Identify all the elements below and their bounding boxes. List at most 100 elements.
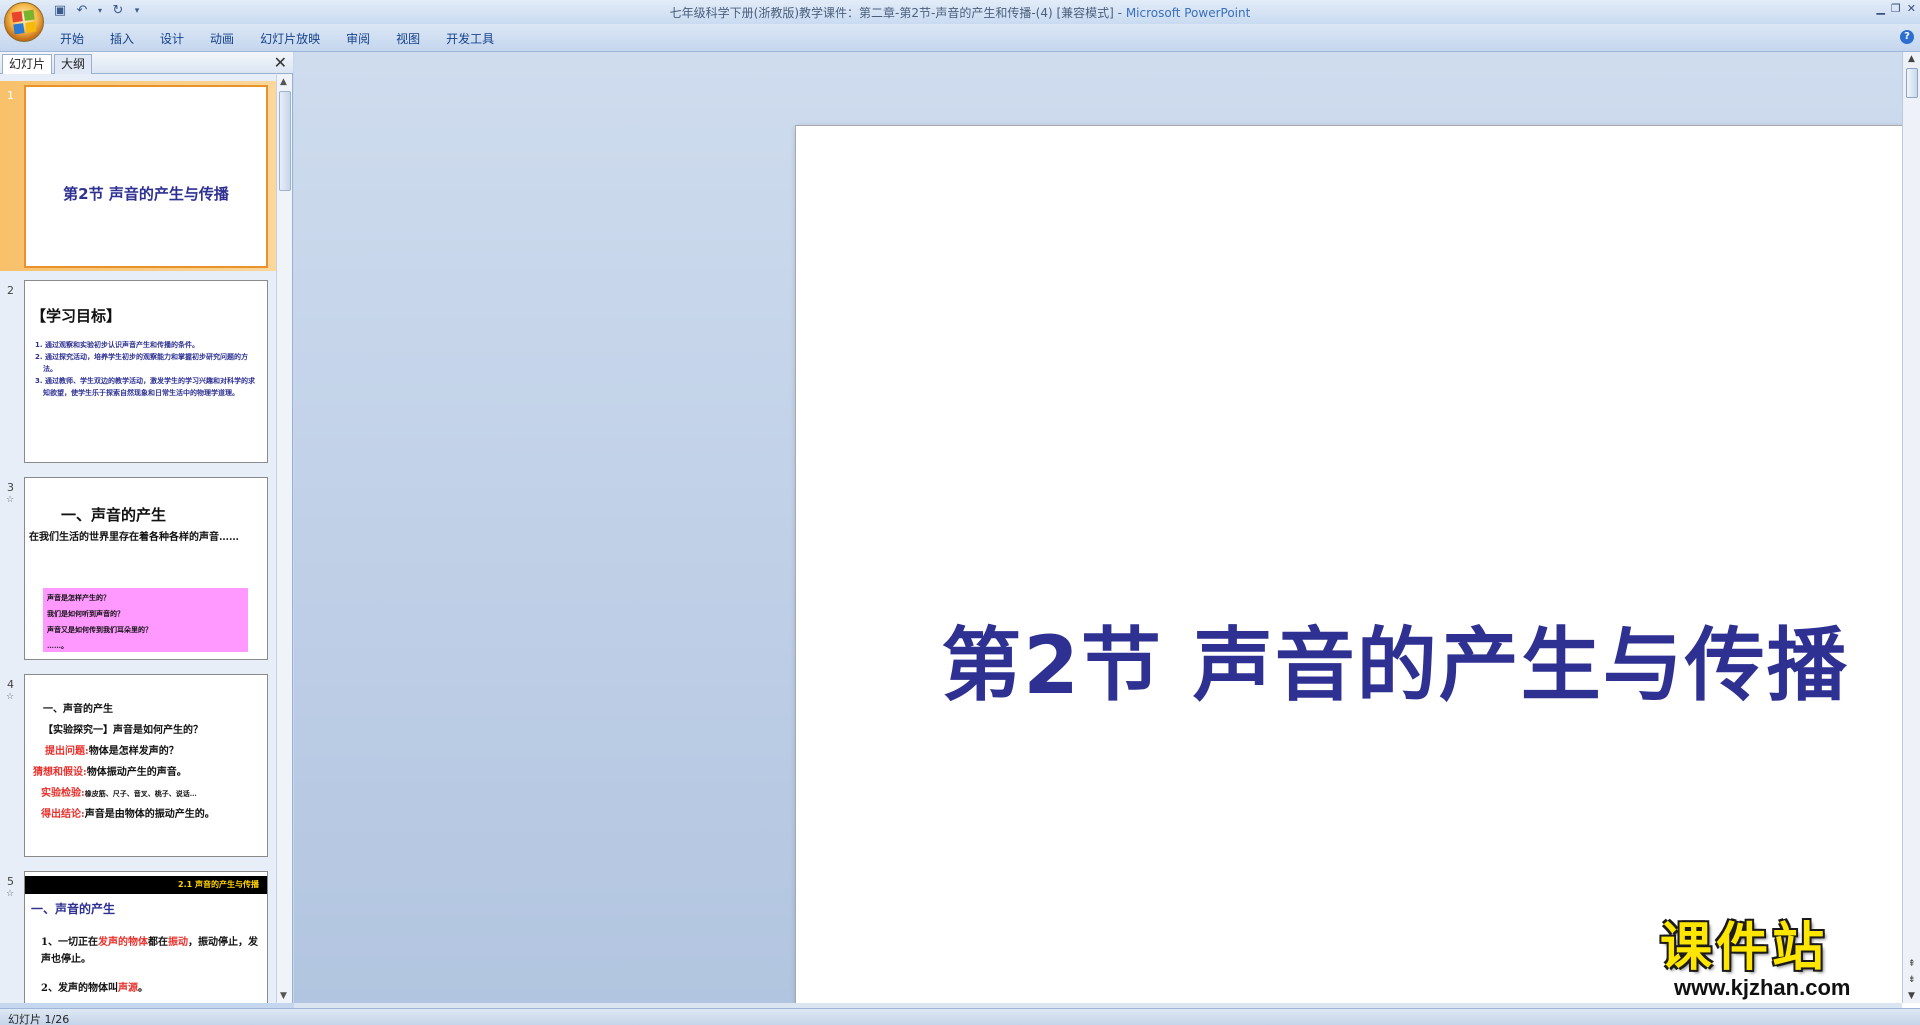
label-text: 橡皮筋、尺子、音叉、桃子、说话…	[84, 789, 197, 798]
window-title: 七年级科学下册(浙教版)教学课件：第二章-第2节-声音的产生和传播-(4) [兼…	[0, 4, 1920, 21]
text-red: 振动	[167, 937, 188, 948]
thumb-line: 一、声音的产生	[43, 704, 113, 715]
restore-icon[interactable]: ❐	[1891, 2, 1901, 15]
kjzhan-watermark-logo: 课件站 www.kjzhan.com	[1660, 920, 1895, 1000]
text-red: 发声的物体	[97, 937, 148, 948]
thumbnail-body: 在我们生活的世界里存在着各种各样的声音……	[29, 532, 239, 543]
animation-star-icon: ☆	[6, 889, 15, 899]
text-red: 声源	[117, 983, 138, 994]
current-slide[interactable]: 第2节 声音的产生与传播	[795, 125, 1920, 1025]
thumbnail-title: 第2节 声音的产生与传播	[63, 185, 229, 203]
thumbnail-body: 1、一切正在发声的物体都在振动，振动停止，发声也停止。 2、发声的物体叫声源。	[41, 934, 263, 997]
title-bar: ▣ ↶ ▾ ↻ ▾ 七年级科学下册(浙教版)教学课件：第二章-第2节-声音的产生…	[0, 0, 1920, 24]
thumbnail-title: 一、声音的产生	[61, 506, 167, 524]
question-line: 声音是怎样产生的？	[47, 593, 110, 602]
previous-slide-icon[interactable]: ⇞	[1908, 959, 1916, 969]
office-logo-icon	[11, 9, 37, 35]
slide-number: 1	[7, 89, 14, 102]
thumbnail-preview: 2.1 声音的产生与传播 一、声音的产生 1、一切正在发声的物体都在振动，振动停…	[24, 871, 268, 1003]
help-icon[interactable]: ?	[1900, 30, 1914, 44]
text: 。	[137, 983, 148, 994]
window-controls: ▁ ❐ ✕	[1876, 2, 1916, 15]
tab-animations[interactable]: 动画	[200, 30, 250, 48]
slide-counter: 幻灯片 1/26	[8, 1013, 70, 1025]
text: 1、一切正在	[41, 937, 98, 948]
ribbon: 开始 插入 设计 动画 幻灯片放映 审阅 视图 开发工具 ?	[0, 24, 1920, 52]
slide-thumbnail-1[interactable]: 1 第2节 声音的产生与传播	[0, 81, 276, 271]
thumbnail-preview: 一、声音的产生 在我们生活的世界里存在着各种各样的声音…… 声音是怎样产生的？ …	[24, 477, 268, 660]
text: 2、发声的物体叫	[41, 983, 118, 994]
thumbnail-objectives: 1. 通过观察和实验初步认识声音产生和传播的条件。 2. 通过探究活动，培养学生…	[35, 339, 261, 399]
close-icon[interactable]: ✕	[1907, 2, 1916, 15]
tab-review[interactable]: 审阅	[336, 30, 386, 48]
tab-slideshow[interactable]: 幻灯片放映	[250, 30, 336, 48]
slide-thumbnail-3[interactable]: 3 ☆ 一、声音的产生 在我们生活的世界里存在着各种各样的声音…… 声音是怎样产…	[0, 473, 276, 663]
thumbnail-heading: 【学习目标】	[31, 307, 122, 325]
tab-view[interactable]: 视图	[386, 30, 436, 48]
question-line: ……。	[47, 641, 68, 650]
tab-home[interactable]: 开始	[50, 30, 100, 48]
label-red: 得出结论:	[41, 809, 85, 820]
thumb-line: 猜想和假设:物体振动产生的声音。	[33, 762, 267, 783]
text: 都在	[147, 937, 168, 948]
thumb-line: 【实验探究一】声音是如何产生的？	[43, 725, 203, 736]
scroll-down-icon[interactable]: ▼	[1908, 991, 1915, 1001]
thumbnail-scrollbar[interactable]: ▲ ▼	[276, 75, 292, 1003]
panel-close-icon[interactable]: ✕	[274, 53, 287, 73]
scroll-down-icon[interactable]: ▼	[280, 991, 287, 1001]
slide-number: 3	[7, 481, 14, 494]
tab-design[interactable]: 设计	[150, 30, 200, 48]
thumb-line: 实验检验:橡皮筋、尺子、音叉、桃子、说话…	[33, 783, 267, 804]
slide-editing-area: 第2节 声音的产生与传播	[294, 52, 1920, 1025]
animation-star-icon: ☆	[6, 692, 15, 702]
scrollbar-thumb[interactable]	[1906, 68, 1918, 98]
slide-thumbnail-list: 1 第2节 声音的产生与传播 2 【学习目标】 1. 通过观察和实验初步认识声音…	[0, 75, 276, 1003]
tab-developer[interactable]: 开发工具	[436, 30, 510, 48]
thumb-line: 提出问题:物体是怎样发声的？	[33, 741, 267, 762]
question-line: 我们是如何听到声音的？	[47, 609, 124, 618]
minimize-icon[interactable]: ▁	[1876, 2, 1884, 15]
thumb-paragraph: 2、发声的物体叫声源。	[41, 980, 263, 997]
scroll-up-icon[interactable]: ▲	[280, 77, 287, 87]
watermark-chinese: 课件站	[1660, 918, 1829, 978]
question-line: 声音又是如何传到我们耳朵里的？	[47, 625, 152, 634]
label-text: 声音是由物体的振动产生的。	[84, 809, 215, 820]
thumb-paragraph: 1、一切正在发声的物体都在振动，振动停止，发声也停止。	[41, 934, 263, 968]
slide-thumbnail-4[interactable]: 4 ☆ 一、声音的产生 【实验探究一】声音是如何产生的？ 提出问题:物体是怎样发…	[0, 670, 276, 860]
slide-thumbnail-5[interactable]: 5 ☆ 2.1 声音的产生与传播 一、声音的产生 1、一切正在发声的物体都在振动…	[0, 867, 276, 1003]
main-scrollbar[interactable]: ▲ ⇞ ⇟ ▼	[1902, 52, 1920, 1003]
app-name: Microsoft PowerPoint	[1125, 6, 1251, 20]
label-text: 物体振动产生的声音。	[86, 767, 187, 778]
slide-thumbnail-2[interactable]: 2 【学习目标】 1. 通过观察和实验初步认识声音产生和传播的条件。 2. 通过…	[0, 276, 276, 466]
slide-number: 2	[7, 284, 14, 297]
thumbnail-subtitle: 一、声音的产生	[31, 902, 116, 916]
office-button[interactable]	[4, 2, 44, 42]
label-red: 实验检验:	[41, 788, 85, 799]
ribbon-tabs: 开始 插入 设计 动画 幻灯片放映 审阅 视图 开发工具	[50, 30, 510, 48]
thumbnail-header-bar: 2.1 声音的产生与传播	[25, 876, 267, 894]
thumbnail-preview: 【学习目标】 1. 通过观察和实验初步认识声音产生和传播的条件。 2. 通过探究…	[24, 280, 268, 463]
slide-number: 4	[7, 678, 14, 691]
next-slide-icon[interactable]: ⇟	[1908, 975, 1916, 985]
status-bar: 幻灯片 1/26	[0, 1008, 1920, 1025]
label-red: 猜想和假设:	[33, 767, 87, 778]
scrollbar-thumb[interactable]	[279, 91, 291, 191]
scroll-up-icon[interactable]: ▲	[1908, 54, 1915, 64]
thumb-line: 得出结论:声音是由物体的振动产生的。	[33, 804, 267, 825]
objective-item: 2. 通过探究活动，培养学生初步的观察能力和掌握初步研究问题的方法。	[35, 353, 248, 373]
slide-title[interactable]: 第2节 声音的产生与传播	[796, 601, 1920, 717]
title-separator: -	[1113, 6, 1126, 20]
tab-outline[interactable]: 大纲	[54, 54, 93, 74]
tab-insert[interactable]: 插入	[100, 30, 150, 48]
label-red: 提出问题:	[45, 746, 89, 757]
label-text: 物体是怎样发声的？	[88, 746, 179, 757]
thumbnail-preview: 一、声音的产生 【实验探究一】声音是如何产生的？ 提出问题:物体是怎样发声的？ …	[24, 674, 268, 857]
slides-panel: 幻灯片 大纲 ✕ 1 第2节 声音的产生与传播 2 【学习目标】 1. 通过观察…	[0, 52, 293, 1003]
thumbnail-preview: 第2节 声音的产生与传播	[24, 85, 268, 268]
thumbnail-question-box: 声音是怎样产生的？ 我们是如何听到声音的？ 声音又是如何传到我们耳朵里的？ ………	[43, 588, 248, 652]
thumbnail-body: 一、声音的产生 【实验探究一】声音是如何产生的？ 提出问题:物体是怎样发声的？ …	[33, 699, 267, 825]
panel-tabs: 幻灯片 大纲 ✕	[0, 52, 293, 74]
objective-item: 1. 通过观察和实验初步认识声音产生和传播的条件。	[35, 341, 199, 349]
tab-slides[interactable]: 幻灯片	[2, 54, 53, 74]
document-title: 七年级科学下册(浙教版)教学课件：第二章-第2节-声音的产生和传播-(4) [兼…	[669, 6, 1114, 20]
